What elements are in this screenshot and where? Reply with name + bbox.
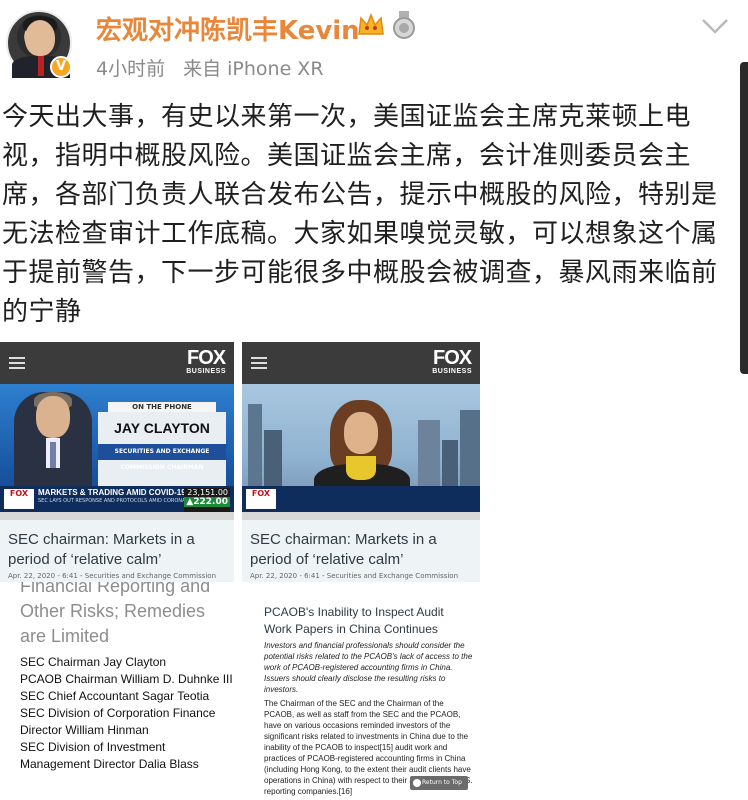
ticker-logo: FOX [246,489,276,509]
post-meta: 4小时前 来自 iPhone XR [96,54,324,81]
ticker-headline: MARKETS & TRADING AMID COVID-19 [38,488,186,497]
verified-badge-icon: V [50,56,72,78]
chevron-down-icon[interactable] [700,14,730,38]
return-to-top-label: Return to Top [422,779,462,786]
list-item: SEC Chairman Jay Clayton [20,655,167,669]
name-plate-name: JAY CLAYTON [114,420,210,436]
medal-icon [393,11,415,39]
dow-value: 23,151.00 [187,488,228,497]
fox-business-logo: FOX BUSINESS [186,347,226,375]
arrow-up-icon [413,779,421,787]
card-date: Apr. 22, 2020 - 6:41 - Securities and Ex… [8,572,217,580]
card-date: Apr. 22, 2020 - 6:41 - Securities and Ex… [250,572,459,580]
news-card[interactable]: FOX BUSINESS ON THE PHONE JAY CLAYTON SEC… [0,342,234,582]
crown-icon [358,12,384,35]
list-item: SEC Chief Accountant Sagar Teotia [20,689,210,703]
post-time: 4小时前 [96,58,166,80]
list-item: SEC Division of Investment Management Di… [20,740,199,771]
sec-statement-excerpt: Financial Reporting and Other Risks; Rem… [0,582,234,800]
post-text: 今天出大事，有史以来第一次，美国证监会主席克莱顿上电视，指明中概股风险。美国证监… [2,102,718,327]
pcaob-excerpt: PCAOB's Inability to Inspect Audit Work … [242,582,480,800]
menu-icon[interactable] [9,357,25,369]
list-item: PCAOB Chairman William D. Duhnke III [20,672,233,686]
author-name[interactable]: 宏观对冲陈凯丰Kevin [96,10,360,47]
side-scroll-edge [740,62,748,374]
excerpt-heading: PCAOB's Inability to Inspect Audit Work … [264,605,444,636]
card-title[interactable]: SEC chairman: Markets in a period of ‘re… [242,520,480,570]
video-thumbnail[interactable]: FOX [242,384,480,520]
signatory-list: SEC Chairman Jay Clayton PCAOB Chairman … [20,654,234,773]
name-plate-title: SECURITIES AND EXCHANGE COMMISSION CHAIR… [98,444,226,471]
excerpt-summary: Investors and financial professionals sh… [264,641,473,694]
card-title[interactable]: SEC chairman: Markets in a period of ‘re… [0,520,234,570]
speaker-image [14,392,92,492]
fox-top-bar: FOX BUSINESS [0,342,234,384]
menu-icon[interactable] [251,357,267,369]
fox-top-bar: FOX BUSINESS [242,342,480,384]
anchor-image [308,400,416,504]
news-card[interactable]: FOX BUSINESS FOX SEC chairman: Markets in… [242,342,480,582]
post-source: 来自 iPhone XR [183,58,324,80]
excerpt-heading: Financial Reporting and Other Risks; Rem… [20,582,211,646]
video-thumbnail[interactable]: ON THE PHONE JAY CLAYTON SECURITIES AND … [0,384,234,520]
ticker-subheadline: SEC LAYS OUT RESPONSE AND PROTOCOLS AMID… [38,498,201,504]
news-ticker: FOX MARKETS & TRADING AMID COVID-19 SEC … [0,486,234,520]
ticker-logo: FOX [4,489,34,509]
list-item: SEC Division of Corporation Finance Dire… [20,706,216,737]
news-ticker: FOX [242,486,480,520]
return-to-top-button[interactable]: Return to Top [410,776,468,790]
fox-business-logo: FOX BUSINESS [432,347,472,375]
dow-change: ▲222.00 [184,497,230,507]
